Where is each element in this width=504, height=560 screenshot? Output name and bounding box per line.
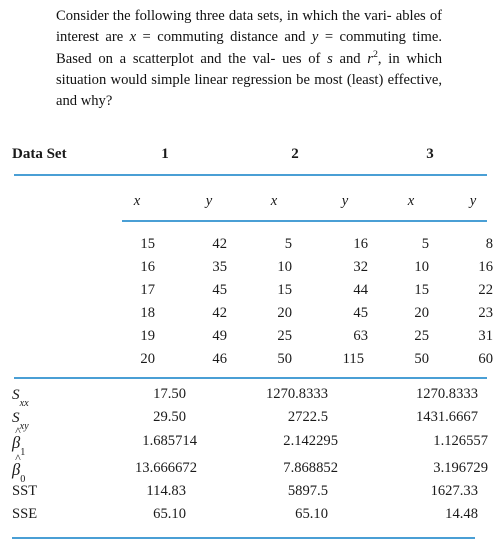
- table-row: 16: [478, 259, 493, 275]
- table-row: 18: [140, 305, 155, 321]
- table-row: 32: [353, 259, 368, 275]
- column-header-x-1: x: [133, 193, 141, 209]
- column-header-rule: [122, 220, 487, 222]
- stat-label-beta-1: ^ β1: [12, 424, 25, 458]
- stat-symbol: SSE: [12, 506, 38, 522]
- table-row: 50: [277, 351, 292, 367]
- table-row: 31: [478, 328, 493, 344]
- table-row: 10: [414, 259, 429, 275]
- hat-accent-icon: ^: [15, 451, 21, 465]
- beta-hat-symbol: ^ β1: [12, 424, 25, 458]
- table-row: 49: [212, 328, 227, 344]
- column-header-y-3: y: [469, 193, 477, 209]
- table-row: 45: [353, 305, 368, 321]
- stat-value-beta0-1: 13.666672: [134, 460, 197, 476]
- stat-value-sxy-3: 1431.6667: [415, 409, 478, 425]
- column-header-x-3: x: [407, 193, 415, 209]
- table-row: 23: [478, 305, 493, 321]
- header-rule: [14, 174, 487, 176]
- table-row: 15: [414, 282, 429, 298]
- stat-symbol: S: [12, 386, 20, 403]
- table-row: 5: [421, 236, 429, 252]
- dataset-header-3: 3: [426, 146, 434, 162]
- table-row: 44: [353, 282, 368, 298]
- table-row: 10: [277, 259, 292, 275]
- stat-value-beta0-2: 7.868852: [283, 460, 338, 476]
- table-row: 19: [140, 328, 155, 344]
- table-row: 16: [140, 259, 155, 275]
- data-table: Data Set 1 2 3 x y x y x y 15 42 5 16 5 …: [0, 0, 504, 560]
- stat-value-sxx-2: 1270.8333: [265, 386, 328, 402]
- stat-subscript: xx: [19, 397, 29, 409]
- stat-symbol: SST: [12, 483, 38, 499]
- dataset-header-1: 1: [161, 146, 169, 162]
- statistics-rule: [14, 377, 487, 379]
- dataset-header-2: 2: [291, 146, 299, 162]
- stat-value-beta1-1: 1.685714: [142, 433, 197, 449]
- stat-value-sse-1: 65.10: [153, 506, 186, 522]
- table-row: 42: [212, 236, 227, 252]
- table-row: 60: [478, 351, 493, 367]
- table-row: 42: [212, 305, 227, 321]
- data-set-label: Data Set: [12, 146, 67, 162]
- stat-value-sst-2: 5897.5: [287, 483, 328, 499]
- beta-hat-symbol: ^ β0: [12, 451, 25, 485]
- stat-value-sst-3: 1627.33: [430, 483, 478, 499]
- table-row: 15: [140, 236, 155, 252]
- table-row: 22: [478, 282, 493, 298]
- column-header-x-2: x: [270, 193, 278, 209]
- stat-label-sse: SSE: [12, 506, 37, 523]
- stat-label-sst: SST: [12, 483, 37, 500]
- stat-value-sxy-2: 2722.5: [287, 409, 328, 425]
- table-row: 25: [277, 328, 292, 344]
- table-row: 5: [284, 236, 292, 252]
- table-row: 8: [485, 236, 493, 252]
- hat-accent-icon: ^: [15, 424, 21, 438]
- stat-value-beta1-2: 2.142295: [283, 433, 338, 449]
- bottom-rule: [12, 537, 475, 539]
- table-row: 20: [140, 351, 155, 367]
- table-row: 50: [414, 351, 429, 367]
- stat-label-sxx: Sxx: [12, 386, 29, 409]
- table-row: 25: [414, 328, 429, 344]
- table-row: 16: [353, 236, 368, 252]
- table-row: 45: [212, 282, 227, 298]
- stat-value-beta0-3: 3.196729: [433, 460, 488, 476]
- stat-value-sxx-1: 17.50: [153, 386, 186, 402]
- table-row: 35: [212, 259, 227, 275]
- table-row: 46: [212, 351, 227, 367]
- stat-value-sse-2: 65.10: [295, 506, 328, 522]
- table-row: 15: [277, 282, 292, 298]
- table-row: 17: [140, 282, 155, 298]
- stat-value-sse-3: 14.48: [445, 506, 478, 522]
- column-header-y-2: y: [341, 193, 349, 209]
- stat-value-beta1-3: 1.126557: [433, 433, 488, 449]
- stat-value-sxx-3: 1270.8333: [415, 386, 478, 402]
- stat-value-sxy-1: 29.50: [153, 409, 186, 425]
- table-row: 20: [414, 305, 429, 321]
- table-row: 115: [342, 351, 364, 367]
- table-row: 63: [353, 328, 368, 344]
- stat-label-beta-0: ^ β0: [12, 451, 25, 485]
- table-row: 20: [277, 305, 292, 321]
- stat-value-sst-1: 114.83: [146, 483, 186, 499]
- column-header-y-1: y: [205, 193, 213, 209]
